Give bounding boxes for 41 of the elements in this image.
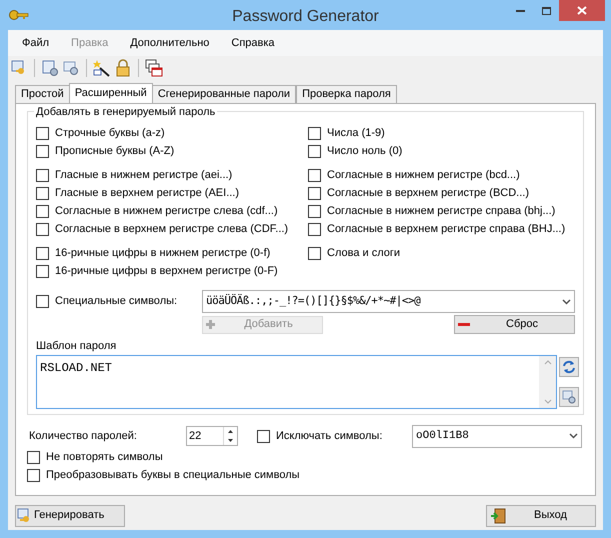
checkbox-label: Специальные символы: — [55, 294, 178, 310]
checkbox-label: Согласные в верхнем регистре слева (CDF...) — [55, 222, 288, 237]
checkbox-label: Согласные в нижнем регистре справа (bhj...) — [327, 204, 556, 219]
count-label: Количество паролей: — [29, 428, 138, 444]
tab[interactable]: Расширенный — [68, 83, 153, 103]
checkbox-label: Гласные в верхнем регистре (AEI...) — [55, 186, 240, 201]
checkbox-label: Число ноль (0) — [327, 144, 402, 159]
checkbox-label: 16-ричные цифры в верхнем регистре (0-F) — [55, 264, 278, 279]
exclude-dropdown[interactable]: oO0lI1B8 — [412, 424, 582, 448]
tab[interactable]: Проверка пароля — [296, 85, 397, 103]
count-spinner[interactable]: 22 — [186, 426, 238, 446]
generate-button[interactable]: Генерировать — [15, 504, 125, 526]
count-value: 22 — [188, 428, 202, 444]
reset-button[interactable]: Сброс — [454, 315, 575, 334]
dropdown-value: üöäÜÖÄß.:,;-_!?=()[]{}§$%&/+*~#|<>@ — [206, 293, 420, 310]
checkbox-label: Согласные в нижнем регистре слева (cdf...) — [55, 204, 278, 219]
checkbox-label: Преобразовывать буквы в специальные символы — [46, 468, 300, 484]
checkbox-label: Исключать символы: — [276, 428, 382, 444]
window-title: Password Generator — [231, 7, 380, 27]
checkbox-label: Согласные в нижнем регистре (bcd...) — [327, 168, 520, 183]
checkbox-label: 16-ричные цифры в нижнем регистре (0-f) — [55, 246, 270, 261]
checkbox-label: Не повторять символы — [46, 450, 163, 466]
menu-item[interactable]: Справка — [231, 34, 275, 52]
special-symbols-dropdown[interactable]: üöäÜÖÄß.:,;-_!?=()[]{}§$%&/+*~#|<>@ — [202, 290, 575, 313]
template-field[interactable]: RSLOAD.NET — [36, 354, 557, 408]
menu-item[interactable]: Файл — [22, 34, 50, 52]
checkbox-label: Согласные в верхнем регистре (BCD...) — [327, 186, 530, 201]
menu-item[interactable]: Дополнительно — [130, 34, 210, 52]
tab[interactable]: Сгенерированные пароли — [152, 85, 296, 103]
checkbox-label: Гласные в нижнем регистре (aei...) — [55, 168, 232, 183]
template-label: Шаблон пароля — [36, 339, 118, 354]
checkbox-label: Слова и слоги — [327, 246, 400, 261]
group-title: Добавлять в генерируемый пароль — [34, 104, 218, 120]
dropdown-value: oO0lI1B8 — [416, 428, 469, 444]
checkbox-label: Строчные буквы (a-z) — [55, 126, 165, 141]
tab[interactable]: Простой — [15, 85, 70, 103]
checkbox-label: Прописные буквы (A-Z) — [55, 144, 174, 159]
exit-button[interactable]: Выход — [486, 504, 596, 526]
template-value: RSLOAD.NET — [39, 360, 114, 376]
checkbox-label: Числа (1-9) — [327, 126, 385, 141]
checkbox-label: Согласные в верхнем регистре справа (BHJ...) — [327, 222, 566, 237]
